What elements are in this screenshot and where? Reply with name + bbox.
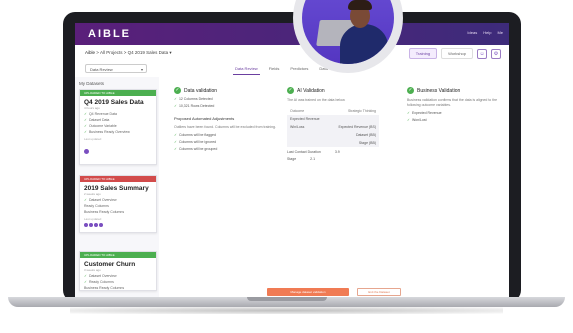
check-icon: ✓ (407, 111, 410, 115)
view-tabs: Data Review Fields Predictors Data (233, 66, 330, 75)
breadcrumb-separator: > (123, 50, 127, 55)
topnav-me[interactable]: Me (497, 30, 503, 35)
workshop-button[interactable]: Workshop (441, 48, 473, 59)
topnav-help[interactable]: Help (483, 30, 491, 35)
section-heading: ✓ AI Validation (287, 87, 325, 94)
check-circle-icon: ✓ (174, 87, 181, 94)
check-icon: ✓ (407, 118, 410, 122)
section-description: Business validation confirms that the da… (407, 98, 498, 107)
top-nav: Ideas Help Me (467, 30, 503, 35)
check-circle-icon: ✓ (287, 87, 294, 94)
breadcrumb-home[interactable]: Aible (85, 50, 95, 55)
laptop-shadow (70, 307, 503, 314)
presenter-illustration (302, 0, 394, 64)
metric-row: Last Contact Duration 3.9 (287, 150, 340, 154)
list-item: Business Ready Columns (84, 286, 125, 290)
breadcrumb-current[interactable]: Q4 2019 Sales Data (128, 50, 169, 55)
check-icon: ✓ (174, 147, 177, 151)
strategy-table: Outcome Strategic Thinking Expected Reve… (287, 107, 379, 147)
section-description: The AI was trained on the data below. (287, 98, 346, 102)
user-icon[interactable]: ☺ (477, 48, 487, 59)
tab-predictors[interactable]: Predictors (288, 66, 310, 75)
app-screen: AIBLE Ideas Help Me Aible > All Projects… (75, 23, 509, 298)
check-circle-icon: ✓ (407, 87, 414, 94)
check-icon: ✓ (84, 274, 87, 278)
table-row[interactable]: Win/Loss Expected Revenue (BS) (287, 123, 379, 131)
check-icon: ✓ (84, 198, 87, 202)
breadcrumb-bar: Aible > All Projects > Q4 2019 Sales Dat… (75, 45, 509, 62)
ai-validation-column: ✓ AI Validation The AI was trained on th… (287, 87, 387, 161)
check-icon: ✓ (174, 133, 177, 137)
dataset-title: Customer Churn (84, 261, 136, 268)
topnav-ideas[interactable]: Ideas (467, 30, 477, 35)
check-icon: ✓ (84, 112, 87, 116)
data-validation-column: ✓ Data validation ✓ 12 Columns Detected ✓… (174, 87, 284, 151)
table-row[interactable]: Dataset (BB) (287, 131, 379, 139)
person-body (340, 24, 388, 64)
gear-icon[interactable]: ⚙ (491, 48, 501, 59)
chevron-down-icon: ▾ (140, 67, 143, 72)
breadcrumb-projects[interactable]: All Projects (100, 50, 123, 55)
dataset-title: 2019 Sales Summary (84, 185, 149, 192)
check-icon: ✓ (84, 124, 87, 128)
list-item: ✓ Columns will be ignored (174, 140, 217, 144)
check-icon: ✓ (174, 104, 177, 108)
view-dropdown[interactable]: Data Review ▾ (85, 64, 147, 73)
training-button[interactable]: Training (408, 48, 438, 59)
check-icon: ✓ (174, 140, 177, 144)
list-item: ✓ Columns will be flagged (174, 133, 216, 137)
app-logo: AIBLE (88, 28, 131, 40)
manage-validation-button[interactable]: Manage dataset validation (267, 288, 349, 296)
tab-fields[interactable]: Fields (267, 66, 282, 75)
dataset-title: Q4 2019 Sales Data (84, 99, 144, 106)
business-validation-column: ✓ Business Validation Business validatio… (407, 87, 499, 122)
laptop-notch (247, 297, 327, 301)
dropdown-value: Data Review (90, 67, 113, 72)
list-item: ✓ Won/Lost (407, 118, 427, 122)
user-avatar (84, 149, 89, 154)
check-icon: ✓ (84, 280, 87, 284)
chevron-down-icon[interactable]: ▾ (169, 50, 171, 55)
table-header: Outcome Strategic Thinking (287, 107, 379, 115)
section-subheading: Proposed Automated Adjustments (174, 116, 235, 121)
section-heading: ✓ Business Validation (407, 87, 461, 94)
toolbar: Training Workshop ☺ ⚙ (408, 48, 501, 59)
card-meta: Last updated (84, 217, 102, 221)
card-footer (80, 227, 156, 232)
tab-data-review[interactable]: Data Review (233, 66, 260, 75)
check-icon: ✓ (174, 97, 177, 101)
section-description: Outliers have been found. Columns will b… (174, 125, 276, 129)
section-heading: ✓ Data validation (174, 87, 218, 94)
breadcrumb-separator: > (96, 50, 99, 55)
card-meta: Last updated (84, 137, 102, 141)
top-bar: AIBLE Ideas Help Me (75, 23, 509, 45)
check-icon: ✓ (84, 118, 87, 122)
table-row[interactable]: Expected Revenue (287, 115, 379, 123)
validation-panel: ✓ Data validation ✓ 12 Columns Detected ✓… (159, 77, 509, 298)
list-item: ✓ Columns will be grouped (174, 147, 218, 151)
table-row[interactable]: Stage (BB) (287, 139, 379, 147)
list-item: ✓ 10,321 Rows Detected (174, 104, 215, 108)
check-icon: ✓ (84, 130, 87, 134)
exit-dataset-button[interactable]: Exit the Dataset (357, 288, 401, 296)
list-item: ✓ 12 Columns Detected (174, 97, 213, 101)
breadcrumb: Aible > All Projects > Q4 2019 Sales Dat… (85, 50, 172, 56)
metric-row: Stage 2.1 (287, 157, 316, 161)
person-hair (348, 0, 372, 10)
sub-toolbar: Data Review ▾ Data Review Fields Predict… (75, 61, 509, 78)
dataset-card[interactable]: UPLOADED TO AIBLE Q4 2019 Sales Data 4 h… (79, 89, 157, 165)
list-item: ✓ Expected Revenue (407, 111, 442, 115)
laptop-frame: AIBLE Ideas Help Me Aible > All Projects… (63, 12, 521, 302)
datasets-sidebar: My Datasets UPLOADED TO AIBLE Q4 2019 Sa… (75, 77, 160, 298)
dataset-card[interactable]: UPLOADED TO AIBLE Customer Churn 3 weeks… (79, 251, 157, 291)
card-footer (80, 159, 156, 164)
dataset-card[interactable]: UPLOADED TO AIBLE 2019 Sales Summary 2 w… (79, 175, 157, 233)
sidebar-title: My Datasets (79, 81, 105, 86)
